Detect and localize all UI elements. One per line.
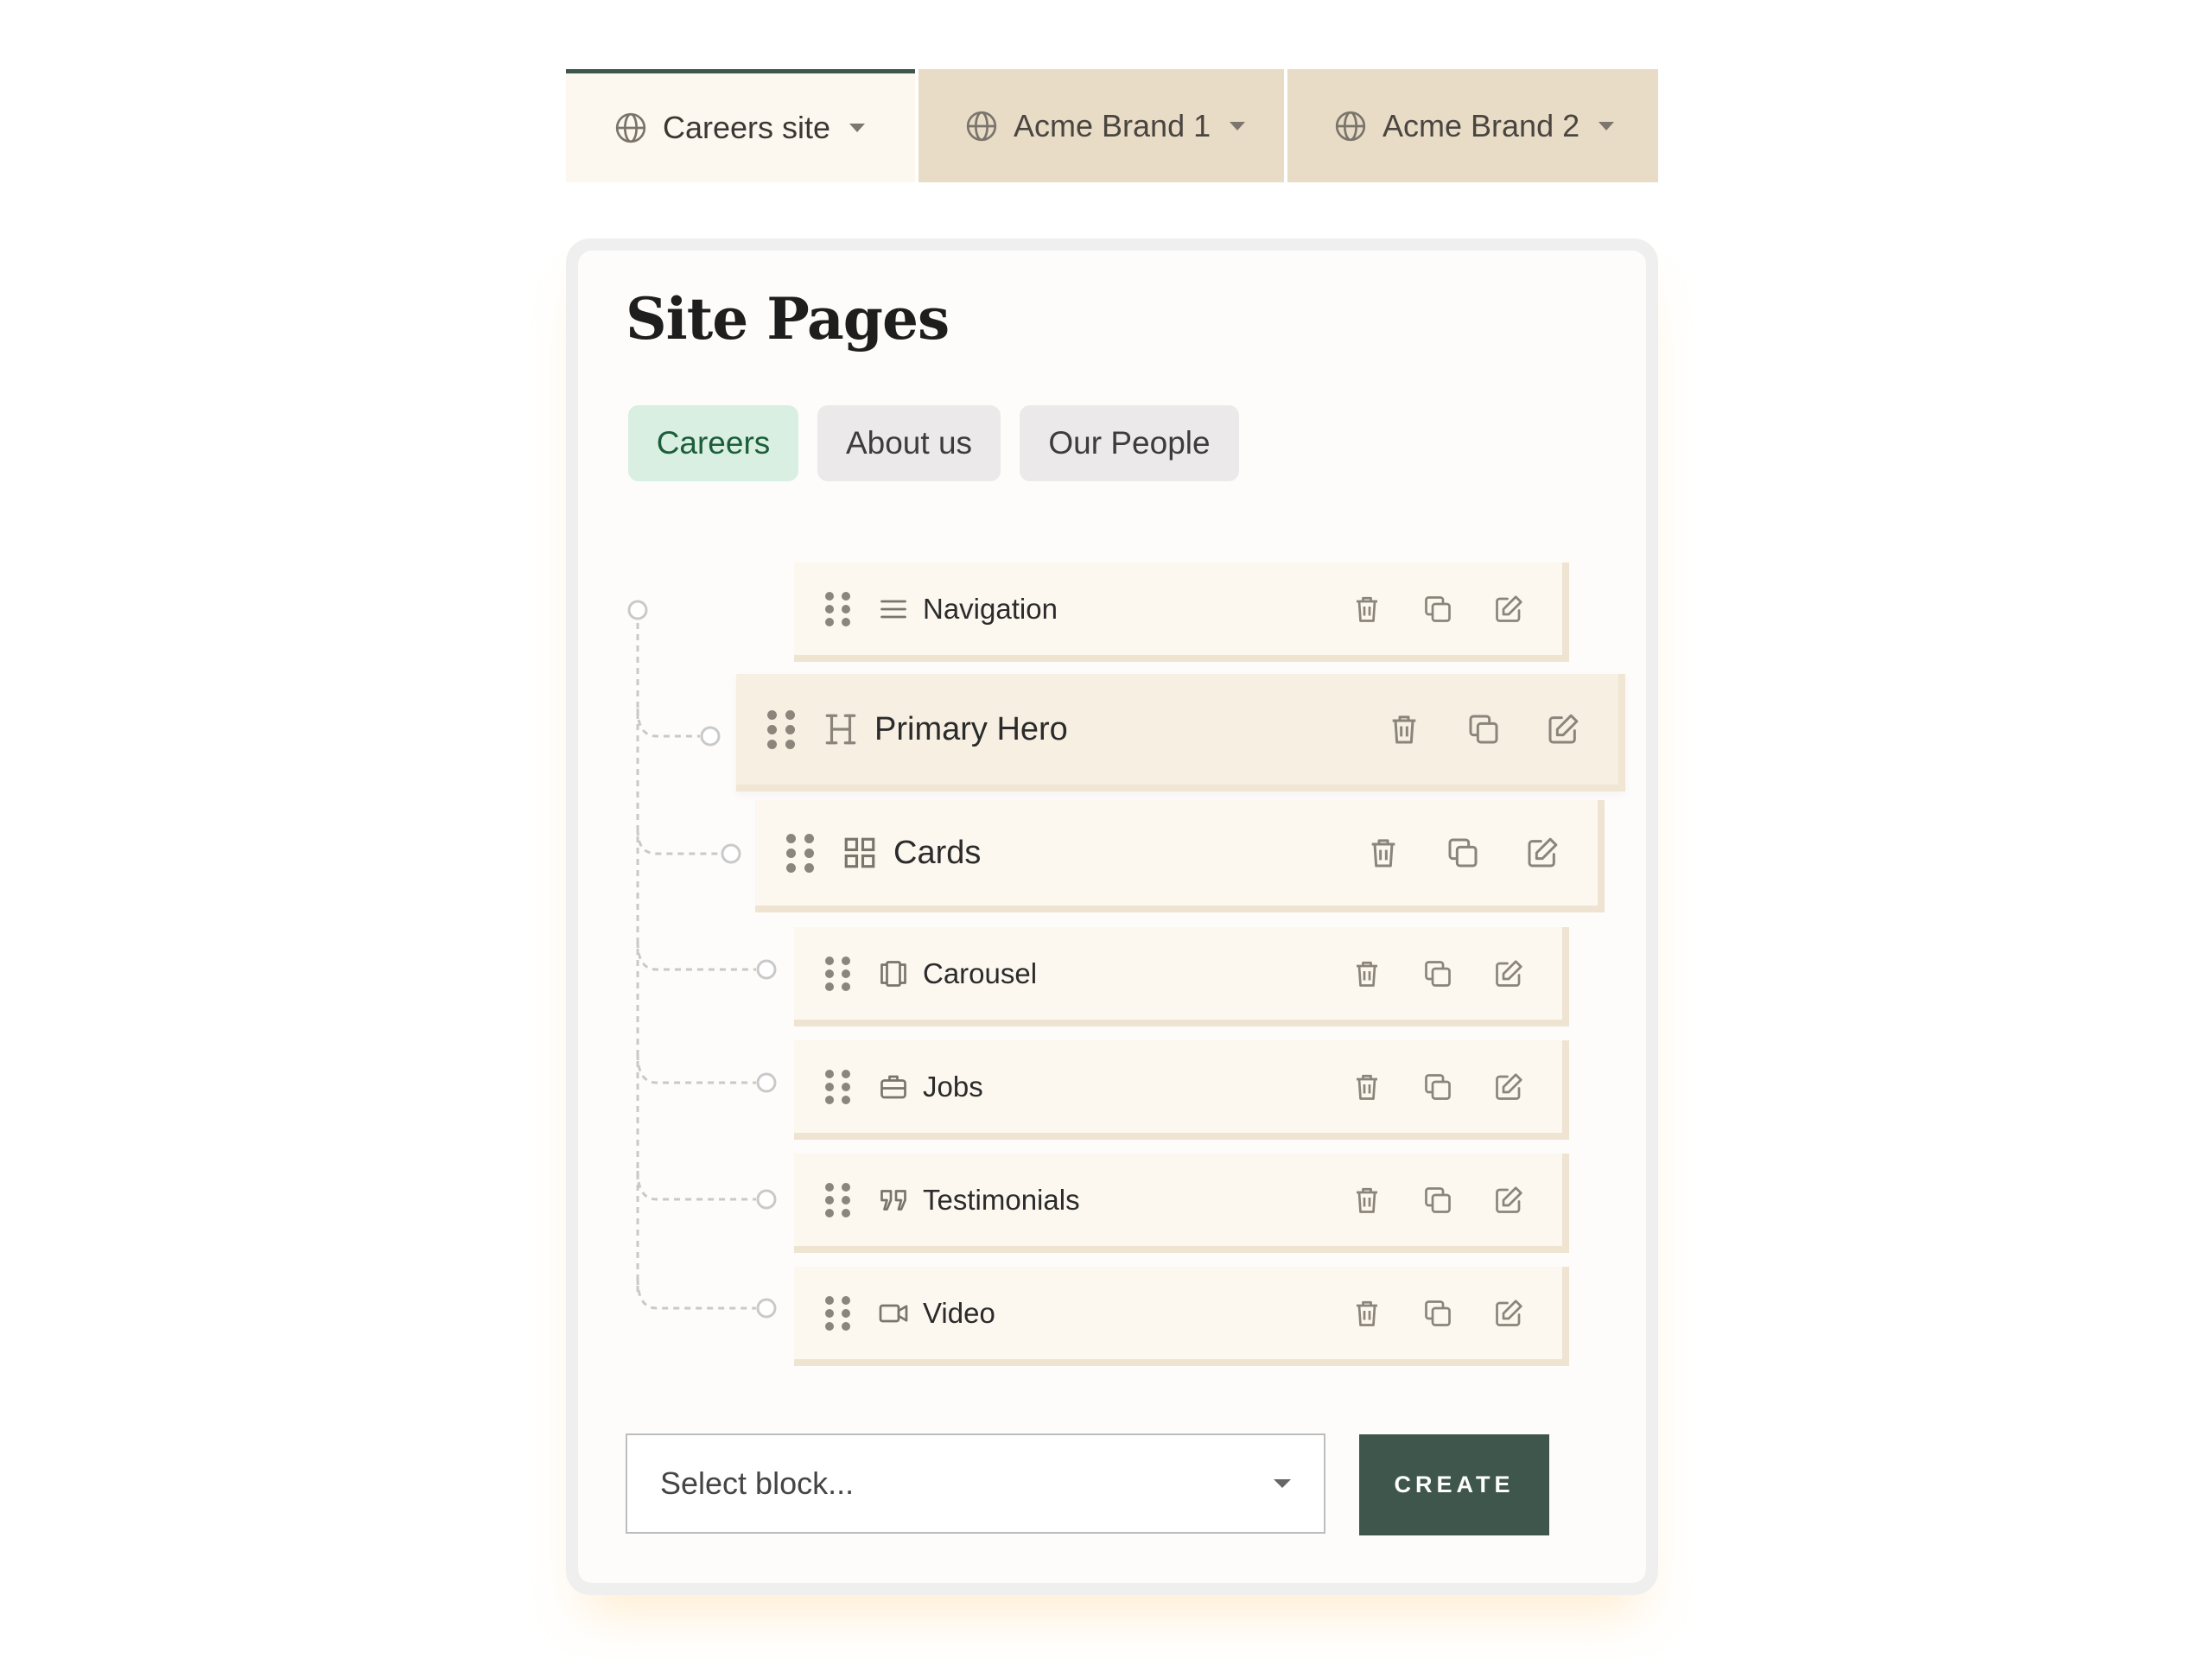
edit-icon[interactable]: [1493, 594, 1524, 625]
block-row-cards: Cards: [755, 800, 1605, 912]
globe-icon: [1334, 110, 1367, 143]
block-row-jobs: Jobs: [794, 1040, 1569, 1140]
block-label: Primary Hero: [874, 710, 1068, 747]
duplicate-icon[interactable]: [1422, 1298, 1453, 1329]
quote-icon: [878, 1185, 909, 1216]
site-tab-label: Careers site: [663, 110, 831, 145]
create-button[interactable]: CREATE: [1359, 1434, 1549, 1535]
chevron-down-icon: [849, 124, 866, 132]
block-row-carousel: Carousel: [794, 927, 1569, 1027]
select-placeholder: Select block...: [660, 1465, 855, 1501]
globe-icon: [965, 110, 998, 143]
site-tab-label: Acme Brand 1: [1014, 107, 1211, 143]
site-tab-acme-brand-1[interactable]: Acme Brand 1: [918, 69, 1284, 182]
drag-handle-icon[interactable]: [825, 1295, 850, 1331]
site-tab-label: Acme Brand 2: [1382, 107, 1580, 143]
trash-icon[interactable]: [1351, 1185, 1382, 1216]
site-tab-acme-brand-2[interactable]: Acme Brand 2: [1287, 69, 1658, 182]
chevron-down-icon: [1230, 121, 1246, 130]
trash-icon[interactable]: [1351, 1298, 1382, 1329]
duplicate-icon[interactable]: [1446, 836, 1480, 870]
block-label: Cards: [893, 834, 982, 871]
edit-icon[interactable]: [1493, 1071, 1524, 1103]
duplicate-icon[interactable]: [1422, 958, 1453, 989]
block-row-video: Video: [794, 1267, 1569, 1366]
chevron-down-icon: [1274, 1479, 1291, 1488]
edit-icon[interactable]: [1525, 836, 1560, 870]
block-row-testimonials: Testimonials: [794, 1154, 1569, 1253]
drag-handle-icon[interactable]: [767, 709, 795, 749]
block-label: Testimonials: [923, 1183, 1080, 1216]
menu-lines-icon: [878, 594, 909, 625]
page-title: Site Pages: [626, 285, 950, 353]
block-row-primary-hero: Primary Hero: [736, 674, 1625, 791]
page-tab-about-us[interactable]: About us: [817, 405, 1001, 481]
briefcase-icon: [878, 1071, 909, 1103]
edit-icon[interactable]: [1546, 712, 1580, 747]
drag-handle-icon[interactable]: [825, 1069, 850, 1104]
trash-icon[interactable]: [1366, 836, 1401, 870]
block-type-select[interactable]: Select block...: [626, 1433, 1325, 1534]
drag-handle-icon[interactable]: [825, 956, 850, 991]
edit-icon[interactable]: [1493, 1185, 1524, 1216]
chevron-down-icon: [1599, 121, 1615, 130]
heading-icon: [823, 711, 859, 747]
duplicate-icon[interactable]: [1422, 1071, 1453, 1103]
edit-icon[interactable]: [1493, 958, 1524, 989]
drag-handle-icon[interactable]: [825, 591, 850, 626]
trash-icon[interactable]: [1351, 594, 1382, 625]
trash-icon[interactable]: [1351, 958, 1382, 989]
drag-handle-icon[interactable]: [825, 1182, 850, 1217]
edit-icon[interactable]: [1493, 1298, 1524, 1329]
video-icon: [878, 1298, 909, 1329]
block-label: Navigation: [923, 592, 1058, 625]
block-label: Jobs: [923, 1070, 983, 1103]
grid-icon: [842, 835, 878, 871]
block-label: Video: [923, 1296, 995, 1329]
duplicate-icon[interactable]: [1422, 594, 1453, 625]
block-label: Carousel: [923, 957, 1038, 989]
carousel-icon: [878, 958, 909, 989]
page-tab-our-people[interactable]: Our People: [1020, 405, 1239, 481]
block-row-navigation: Navigation: [794, 563, 1569, 662]
drag-handle-icon[interactable]: [786, 833, 814, 873]
duplicate-icon[interactable]: [1422, 1185, 1453, 1216]
globe-icon: [614, 111, 647, 144]
duplicate-icon[interactable]: [1466, 712, 1501, 747]
trash-icon[interactable]: [1387, 712, 1421, 747]
site-tab-careers-site[interactable]: Careers site: [566, 69, 915, 182]
page-tab-careers[interactable]: Careers: [628, 405, 798, 481]
trash-icon[interactable]: [1351, 1071, 1382, 1103]
